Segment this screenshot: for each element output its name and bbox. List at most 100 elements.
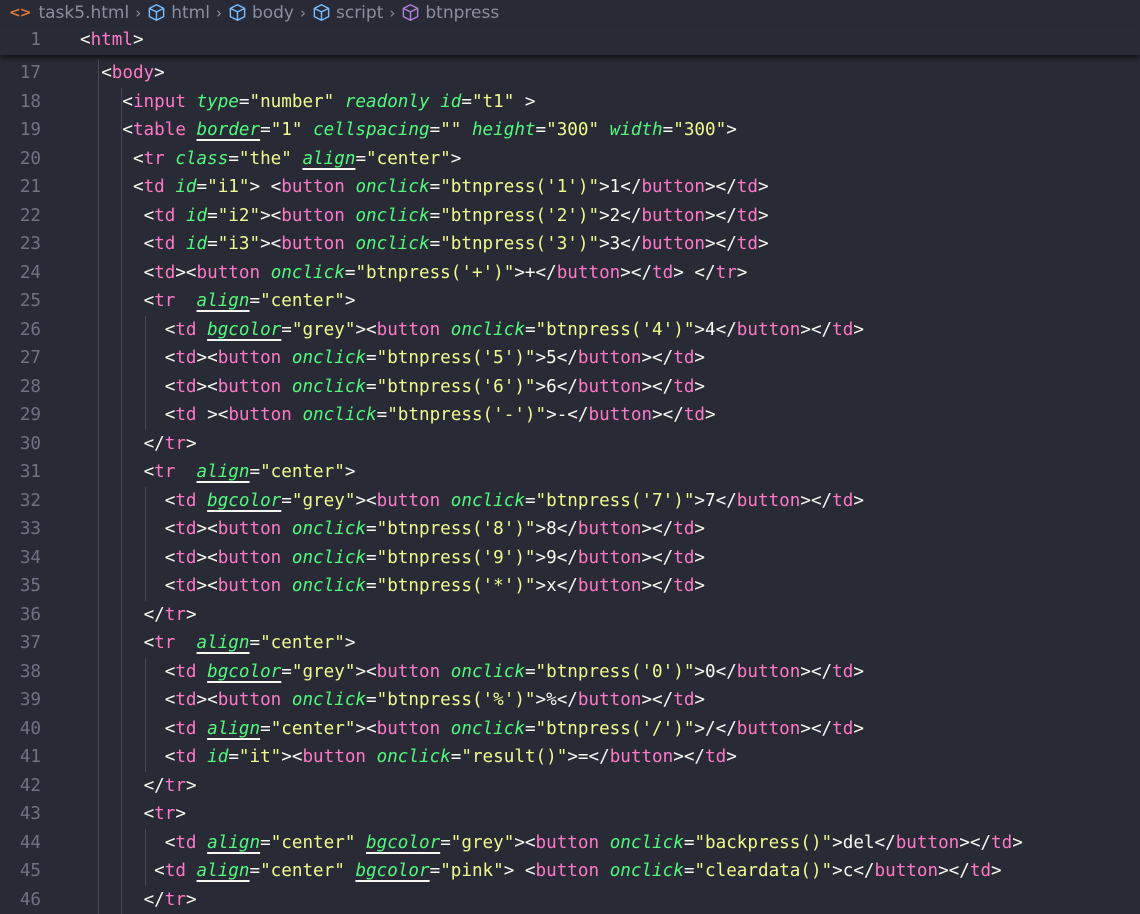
code-line[interactable]: 36 </tr>	[0, 600, 1140, 629]
code-line[interactable]: 24 <td><button onclick="btnpress('+')">+…	[0, 258, 1140, 287]
code-token: <	[164, 490, 176, 511]
code-text: <tr align="center">	[80, 629, 356, 658]
code-editor[interactable]: 1 <html> 17 <body> 18 <input type="number" …	[0, 26, 1140, 914]
code-token: =	[260, 120, 271, 140]
code-token: >3</	[599, 234, 642, 254]
code-line[interactable]: 42 </tr>	[0, 771, 1140, 800]
code-token: >=</	[567, 747, 610, 767]
code-token: onclick	[450, 661, 525, 682]
breadcrumb-file[interactable]: <> task5.html	[0, 3, 129, 23]
code-line[interactable]: 25 <tr align="center">	[0, 287, 1140, 316]
code-token: <	[143, 234, 155, 254]
code-token: align	[196, 633, 250, 653]
code-token: onclick	[450, 319, 525, 340]
code-token: "btnpress('1')"	[440, 177, 600, 197]
code-token: button	[874, 861, 939, 881]
code-line[interactable]: 30 </tr>	[0, 429, 1140, 458]
code-token: =	[249, 291, 261, 311]
code-line[interactable]: 27 <td><button onclick="btnpress('5')">5…	[0, 344, 1140, 373]
code-text: <td id="i1"> <button onclick="btnpress('…	[80, 173, 769, 202]
code-token: button	[556, 262, 621, 283]
code-line[interactable]: 46 </tr>	[0, 885, 1140, 914]
code-line[interactable]: 37 <tr align="center">	[0, 629, 1140, 658]
code-token: button	[577, 348, 642, 368]
line-number: 1	[30, 30, 41, 50]
code-token: "center"	[260, 861, 345, 881]
code-line[interactable]: 35 <td><button onclick="btnpress('*')">x…	[0, 572, 1140, 601]
code-line[interactable]: 26 <td bgcolor="grey"><button onclick="b…	[0, 315, 1140, 344]
code-line[interactable]: 22 <td id="i2"><button onclick="btnpress…	[0, 201, 1140, 230]
breadcrumb-item-btnpress[interactable]: btnpress	[401, 3, 499, 23]
code-token: "number"	[249, 91, 335, 112]
code-line[interactable]: 29 <td ><button onclick="btnpress('-')">…	[0, 401, 1140, 430]
code-line[interactable]: 34 <td><button onclick="btnpress('9')">9…	[0, 543, 1140, 572]
code-token: >	[132, 30, 144, 50]
line-number: 41	[19, 747, 41, 767]
code-token: >	[694, 376, 706, 397]
code-token: td	[705, 747, 727, 767]
line-number: 31	[19, 462, 41, 482]
code-token: >	[1012, 832, 1023, 853]
code-token: id	[175, 177, 197, 197]
code-token: "btnpress('4')"	[535, 319, 695, 340]
code-line[interactable]: 44 <td align="center" bgcolor="grey"><bu…	[0, 828, 1140, 857]
code-line[interactable]: 21 <td id="i1"> <button onclick="btnpres…	[0, 173, 1140, 202]
breadcrumb-item-script[interactable]: script	[312, 3, 383, 23]
code-text: <td><button onclick="btnpress('*')">x</b…	[80, 572, 705, 601]
code-token: "center"	[366, 148, 451, 169]
sticky-scroll-line[interactable]: 1 <html>	[0, 26, 1140, 55]
code-token: "btnpress('%')"	[376, 690, 536, 710]
breadcrumb-item-body[interactable]: body	[228, 3, 294, 23]
code-line[interactable]: 23 <td id="i3"><button onclick="btnpress…	[0, 230, 1140, 259]
code-token: <	[143, 291, 155, 311]
code-line[interactable]: 18 <input type="number" readonly id="t1"…	[0, 87, 1140, 116]
code-token: button	[217, 576, 282, 596]
code-line[interactable]: 28 <td><button onclick="btnpress('6')">6…	[0, 372, 1140, 401]
code-token: tr	[164, 775, 186, 796]
code-line[interactable]: 43 <tr>	[0, 800, 1140, 829]
code-line[interactable]: 41 <td id="it"><button onclick="result()…	[0, 743, 1140, 772]
code-token: <	[122, 120, 133, 140]
code-token: ></	[641, 376, 674, 397]
code-line[interactable]: 17 <body>	[0, 59, 1140, 88]
code-token: onclick	[302, 405, 377, 425]
code-line[interactable]: 19 <table border="1" cellspacing="" heig…	[0, 116, 1140, 145]
code-token: >c</	[832, 861, 875, 881]
code-token: td	[175, 747, 197, 767]
line-number: 22	[19, 205, 41, 226]
code-token: button	[281, 177, 345, 197]
code-token: =	[524, 661, 536, 682]
code-token: td	[969, 861, 992, 881]
line-number: 19	[19, 120, 41, 140]
code-token: button	[376, 490, 441, 511]
code-line[interactable]: 33 <td><button onclick="btnpress('8')">8…	[0, 515, 1140, 544]
code-token: tr	[164, 604, 186, 625]
line-number: 29	[19, 405, 41, 425]
code-token: button	[535, 861, 600, 881]
code-line[interactable]: 20 <tr class="the" align="center">	[0, 144, 1140, 173]
breadcrumb-item-html[interactable]: html	[147, 3, 210, 23]
code-token: id	[207, 747, 229, 767]
code-token: "btnpress('6')"	[376, 376, 536, 397]
code-line[interactable]: 32 <td bgcolor="grey"><button onclick="b…	[0, 486, 1140, 515]
code-token: "the"	[238, 148, 292, 169]
code-line[interactable]: 38 <td bgcolor="grey"><button onclick="b…	[0, 657, 1140, 686]
code-line[interactable]: 31 <tr align="center">	[0, 458, 1140, 487]
code-token: ></	[673, 747, 706, 767]
code-line[interactable]: 45 <td align="center" bgcolor="pink"> <b…	[0, 857, 1140, 886]
code-token: =	[429, 234, 441, 254]
code-line[interactable]: 40 <td align="center"><button onclick="b…	[0, 714, 1140, 743]
code-token: onclick	[270, 262, 345, 283]
code-token: ><	[514, 832, 536, 853]
code-token: ><	[260, 205, 282, 226]
code-line[interactable]: 39 <td><button onclick="btnpress('%')">%…	[0, 686, 1140, 715]
code-token: td	[673, 690, 695, 710]
code-token: >	[175, 804, 186, 824]
line-number: 40	[19, 718, 41, 739]
